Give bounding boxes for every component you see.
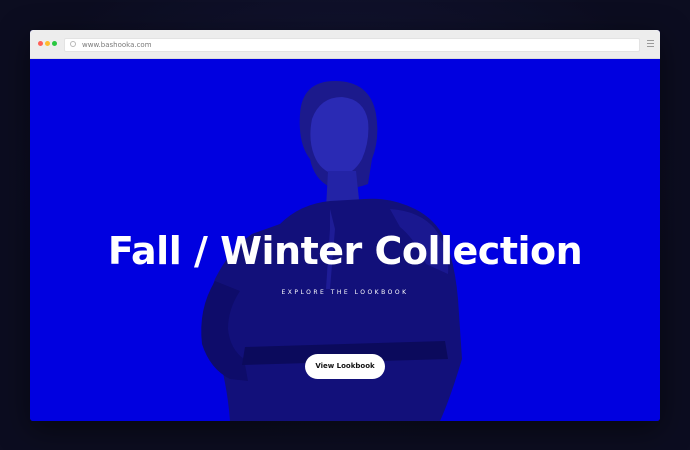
close-window-icon[interactable] [38, 41, 43, 46]
browser-toolbar: www.bashooka.com [30, 30, 660, 59]
hero-section: Fall / Winter Collection EXPLORE THE LOO… [30, 59, 660, 421]
hero-subheading: EXPLORE THE LOOKBOOK [281, 289, 409, 296]
site-info-icon [70, 41, 76, 47]
page-backdrop: www.bashooka.com Fall / Winter Collectio… [0, 0, 690, 450]
hamburger-menu-icon[interactable] [647, 40, 654, 48]
minimize-window-icon[interactable] [45, 41, 50, 46]
address-url: www.bashooka.com [82, 41, 152, 49]
address-bar[interactable]: www.bashooka.com [64, 38, 640, 52]
view-lookbook-button[interactable]: View Lookbook [305, 354, 385, 379]
maximize-window-icon[interactable] [52, 41, 57, 46]
hero-headline: Fall / Winter Collection [107, 229, 583, 273]
browser-window: www.bashooka.com Fall / Winter Collectio… [30, 30, 660, 421]
